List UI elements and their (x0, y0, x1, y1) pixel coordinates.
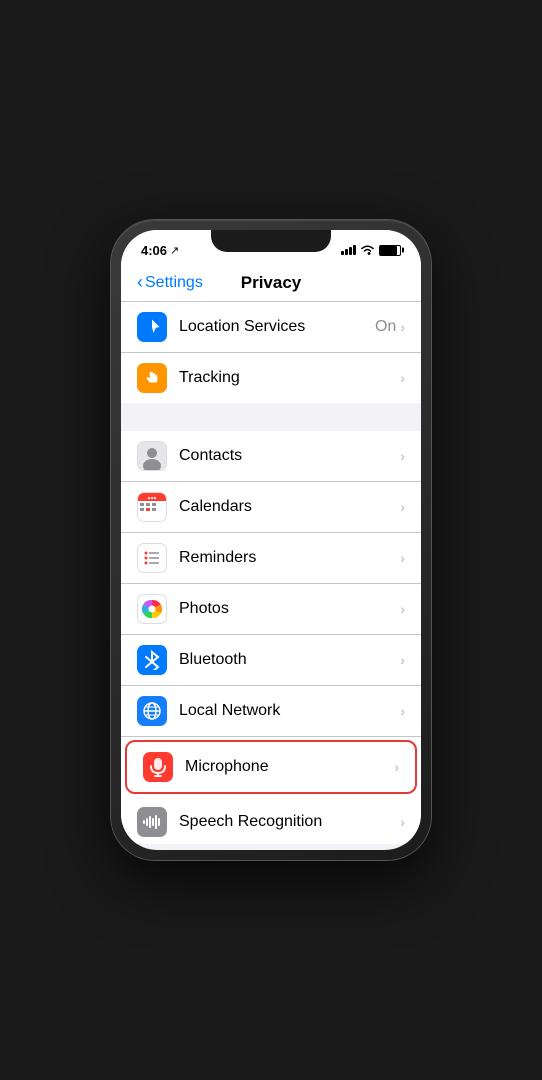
signal-bar-2 (345, 249, 348, 255)
back-button[interactable]: ‹ Settings (137, 272, 217, 293)
section-divider (121, 403, 421, 431)
contacts-chevron: › (400, 448, 405, 464)
list-item-contacts[interactable]: Contacts › (121, 431, 421, 482)
list-item-photos[interactable]: Photos › (121, 584, 421, 635)
list-item-tracking[interactable]: Tracking › (121, 353, 421, 403)
signal-bar-4 (353, 245, 356, 255)
notch (211, 230, 331, 252)
speech-recognition-chevron: › (400, 814, 405, 830)
nav-bar: ‹ Settings Privacy (121, 264, 421, 302)
bluetooth-svg (144, 650, 160, 670)
photos-label: Photos (179, 600, 400, 618)
list-item-local-network[interactable]: Local Network › (121, 686, 421, 737)
local-network-icon (137, 696, 167, 726)
calendars-icon: ●●● (137, 492, 167, 522)
back-chevron-icon: ‹ (137, 272, 143, 293)
contacts-svg (138, 442, 166, 470)
hand-icon (143, 369, 161, 387)
microphone-highlight-wrapper: Microphone › (121, 737, 421, 797)
photos-svg (141, 598, 163, 620)
speech-recognition-label: Speech Recognition (179, 813, 400, 831)
location-services-label: Location Services (179, 318, 375, 336)
wifi-icon (360, 245, 375, 256)
calendars-svg: ●●● (138, 493, 166, 521)
reminders-chevron: › (400, 550, 405, 566)
calendars-chevron: › (400, 499, 405, 515)
bluetooth-chevron: › (400, 652, 405, 668)
reminders-label: Reminders (179, 549, 400, 567)
top-section: Location Services On › Tracking › (121, 302, 421, 403)
microphone-icon (143, 752, 173, 782)
signal-bar-1 (341, 251, 344, 255)
list-item-bluetooth[interactable]: Bluetooth › (121, 635, 421, 686)
reminders-icon (137, 543, 167, 573)
phone-screen: 4:06 ↗ (121, 230, 421, 850)
list-item-location-services[interactable]: Location Services On › (121, 302, 421, 353)
settings-content: Location Services On › Tracking › (121, 302, 421, 844)
local-network-label: Local Network (179, 702, 400, 720)
location-indicator: ↗ (170, 244, 179, 257)
battery-fill (380, 246, 397, 255)
location-services-value: On (375, 318, 396, 336)
microphone-label: Microphone (185, 758, 394, 776)
battery-icon (379, 245, 401, 256)
calendars-label: Calendars (179, 498, 400, 516)
bottom-section: Contacts › ●●● (121, 431, 421, 844)
bluetooth-label: Bluetooth (179, 651, 400, 669)
phone-frame: 4:06 ↗ (111, 220, 431, 860)
back-label: Settings (145, 274, 203, 292)
location-icon (143, 318, 161, 336)
local-network-chevron: › (400, 703, 405, 719)
tracking-chevron: › (400, 370, 405, 386)
signal-bars (341, 245, 356, 255)
status-icons (341, 245, 401, 256)
list-item-reminders[interactable]: Reminders › (121, 533, 421, 584)
reminders-svg (142, 548, 162, 568)
tracking-label: Tracking (179, 369, 400, 387)
mic-svg (149, 757, 167, 777)
bluetooth-icon (137, 645, 167, 675)
photos-icon (137, 594, 167, 624)
contacts-icon (137, 441, 167, 471)
list-item-speech-recognition[interactable]: Speech Recognition › (121, 797, 421, 844)
list-item-calendars[interactable]: ●●● Calendars › (121, 482, 421, 533)
svg-text:●●●: ●●● (147, 496, 156, 502)
microphone-chevron: › (394, 759, 399, 775)
page-title: Privacy (217, 273, 325, 293)
tracking-icon (137, 363, 167, 393)
location-services-chevron: › (400, 319, 405, 335)
speech-recognition-icon (137, 807, 167, 837)
photos-chevron: › (400, 601, 405, 617)
signal-bar-3 (349, 247, 352, 255)
contacts-label: Contacts (179, 447, 400, 465)
location-services-icon (137, 312, 167, 342)
waveform-svg (142, 814, 162, 830)
list-item-microphone[interactable]: Microphone › (125, 740, 417, 794)
status-time: 4:06 (141, 243, 167, 258)
globe-svg (142, 701, 162, 721)
